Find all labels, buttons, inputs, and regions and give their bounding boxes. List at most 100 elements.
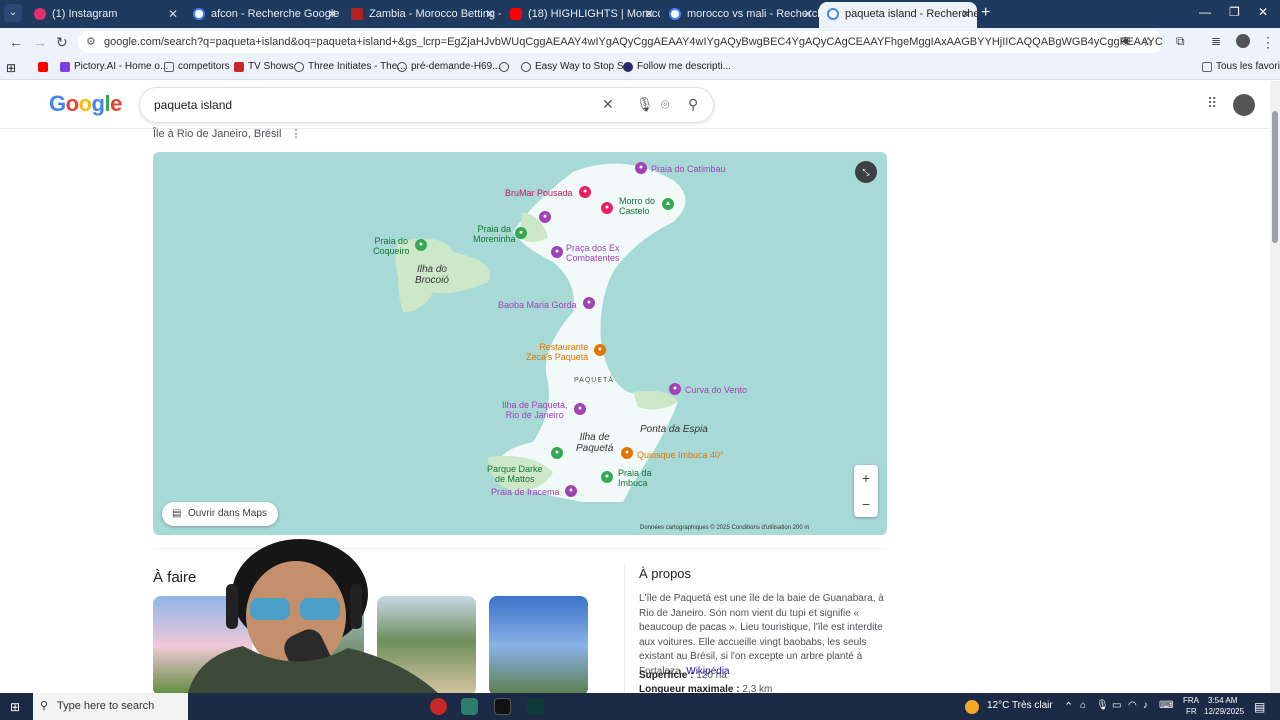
map-pin[interactable]: ● <box>574 403 586 415</box>
map-pin[interactable]: ● <box>601 202 613 214</box>
network-icon[interactable]: ⌂ <box>1080 700 1086 711</box>
forward-icon[interactable]: → <box>33 34 47 50</box>
map-pin[interactable]: ● <box>669 383 681 395</box>
google-apps-icon[interactable]: ⠿ <box>1207 95 1217 112</box>
media-icon[interactable]: ≣ <box>1211 34 1221 48</box>
tiktok-icon[interactable] <box>494 698 511 715</box>
extensions-icon[interactable]: ⧉ <box>1176 34 1185 49</box>
map-label[interactable]: Praia da Imbuca <box>618 468 652 488</box>
tab-instagram[interactable]: (1) Instagram ✕ <box>26 2 184 26</box>
language-code[interactable]: FRA <box>1183 696 1199 705</box>
map-pin[interactable]: ● <box>515 227 527 239</box>
map-label[interactable]: Ilha do Brocoió <box>415 264 449 286</box>
chevron-up-icon[interactable]: ⌃ <box>1064 700 1073 713</box>
map-label[interactable]: Ponta da Espia <box>640 424 708 435</box>
tab-morocco-mali[interactable]: morocco vs mali - Recherche G ✕ <box>661 2 819 26</box>
map-pin[interactable]: ● <box>539 211 551 223</box>
map-pin[interactable]: ● <box>621 447 633 459</box>
apps-icon[interactable]: ⊞ <box>6 61 16 75</box>
search-input[interactable]: paqueta island <box>154 98 232 112</box>
scrollbar-thumb[interactable] <box>1272 111 1278 243</box>
weather-icon[interactable] <box>965 700 979 714</box>
map[interactable]: ● Praia do Catimbau ● BruMar Pousada ● ▲… <box>153 152 887 535</box>
lens-icon[interactable]: ⌾ <box>661 96 669 113</box>
wifi-icon[interactable]: ◠ <box>1128 700 1137 711</box>
notifications-icon[interactable]: ▤ <box>1254 700 1265 714</box>
map-label[interactable]: Ilha de Paquetá <box>576 432 613 454</box>
more-options-icon[interactable]: ⋮ <box>290 128 301 140</box>
map-pin[interactable]: ● <box>579 186 591 198</box>
map-label[interactable]: Praia do Coqueiro <box>373 236 410 256</box>
bookmark-pictory[interactable]: Pictory.AI - Home o... <box>60 61 168 72</box>
bookmark-tv-shows[interactable]: TV Shows <box>234 61 294 72</box>
map-pin[interactable]: ● <box>551 447 563 459</box>
reload-icon[interactable]: ↻ <box>56 34 68 51</box>
app-icon[interactable] <box>430 698 447 715</box>
map-label[interactable]: Restaurante Zeca's Paquetá <box>526 342 588 362</box>
keyboard-layout[interactable]: FR <box>1186 707 1197 716</box>
tab-search-icon[interactable]: ⌄ <box>4 4 22 22</box>
capcut-icon[interactable] <box>527 698 544 715</box>
bookmark-all-favorites[interactable]: Tous les favoris <box>1202 61 1280 72</box>
map-pin[interactable]: ● <box>635 162 647 174</box>
search-box[interactable]: paqueta island ✕ 🎙 ⌾ ⚲ <box>139 87 714 123</box>
activity-card[interactable] <box>489 596 588 696</box>
close-tab-icon[interactable]: ✕ <box>168 2 178 26</box>
map-pin[interactable]: ● <box>601 471 613 483</box>
map-label[interactable]: PAQUETÁ <box>574 377 614 384</box>
close-tab-icon[interactable]: ✕ <box>485 2 495 26</box>
davinci-icon[interactable] <box>461 698 478 715</box>
clock-time[interactable]: 3:54 AM <box>1208 696 1237 705</box>
bookmark-three-initiates[interactable]: Three Initiates - The... <box>294 61 406 72</box>
site-info-icon[interactable]: ⚙ <box>86 31 96 53</box>
new-tab-icon[interactable]: + <box>981 4 990 22</box>
close-tab-icon[interactable]: ✕ <box>961 2 971 26</box>
map-pin[interactable]: ▲ <box>662 198 674 210</box>
map-label[interactable]: Praça dos Ex Combatentes <box>566 243 620 263</box>
more-menu-icon[interactable]: ⋮ <box>1261 34 1275 51</box>
microphone-icon[interactable]: 🎙 <box>636 96 654 113</box>
map-label[interactable]: BruMar Pousada <box>505 188 573 198</box>
address-bar[interactable]: ⚙ google.com/search?q=paqueta+island&oq=… <box>78 31 1163 53</box>
search-icon[interactable]: ⚲ <box>688 96 698 113</box>
bookmark-follow-me[interactable]: Follow me descripti... <box>623 61 731 72</box>
map-label[interactable]: Morro do Castelo <box>619 196 655 216</box>
close-tab-icon[interactable]: ✕ <box>644 2 654 26</box>
back-icon[interactable]: ← <box>9 34 23 50</box>
avatar[interactable] <box>1233 94 1255 116</box>
tab-paqueta-island[interactable]: paqueta island - Recherche Go ✕ <box>819 2 977 28</box>
google-logo[interactable]: Google <box>49 91 122 117</box>
bookmark-pre-demande[interactable]: pré-demande-H69... <box>397 61 501 72</box>
clock-date[interactable]: 12/29/2025 <box>1204 707 1244 716</box>
map-label[interactable]: Praia de Iracema <box>491 487 560 497</box>
close-window-icon[interactable]: ✕ <box>1258 5 1268 19</box>
close-tab-icon[interactable]: ✕ <box>327 2 337 26</box>
keyboard-icon[interactable]: ⌨ <box>1159 700 1173 711</box>
map-pin[interactable]: ● <box>565 485 577 497</box>
minimize-icon[interactable]: — <box>1199 5 1211 19</box>
scrollbar[interactable] <box>1270 81 1280 693</box>
profile-avatar[interactable] <box>1236 34 1250 48</box>
map-label[interactable]: Ilha de Paquetá, Rio de Janeiro <box>502 400 568 420</box>
location-icon[interactable]: ◉ <box>1121 34 1131 47</box>
bookmark-competitors[interactable]: competitors <box>164 61 230 72</box>
map-pin[interactable]: ● <box>551 246 563 258</box>
weather-text[interactable]: 12°C Très clair <box>987 700 1053 711</box>
map-label[interactable]: Quiosque Imbuca 40° <box>637 450 724 460</box>
map-label[interactable]: Parque Darke de Mattos <box>487 464 543 484</box>
map-pin[interactable]: ● <box>415 239 427 251</box>
collapse-map-icon[interactable]: ⤡ <box>855 161 877 183</box>
map-label[interactable]: Praia do Catimbau <box>651 164 726 174</box>
map-pin[interactable]: ● <box>583 297 595 309</box>
windows-start-icon[interactable]: ⊞ <box>10 700 20 714</box>
bookmark-easy-way[interactable]: Easy Way to Stop S... <box>521 61 632 72</box>
close-tab-icon[interactable]: ✕ <box>803 2 813 26</box>
zoom-in-button[interactable]: + <box>854 465 878 491</box>
map-label[interactable]: Curva do Vento <box>685 385 747 395</box>
clear-icon[interactable]: ✕ <box>602 96 614 113</box>
zoom-out-button[interactable]: − <box>854 491 878 517</box>
map-label[interactable]: Baoba Maria Gorda <box>498 300 577 310</box>
display-icon[interactable]: ▭ <box>1112 700 1121 711</box>
restore-icon[interactable]: ❐ <box>1229 5 1240 19</box>
bookmark-star-icon[interactable]: ☆ <box>1142 34 1154 50</box>
